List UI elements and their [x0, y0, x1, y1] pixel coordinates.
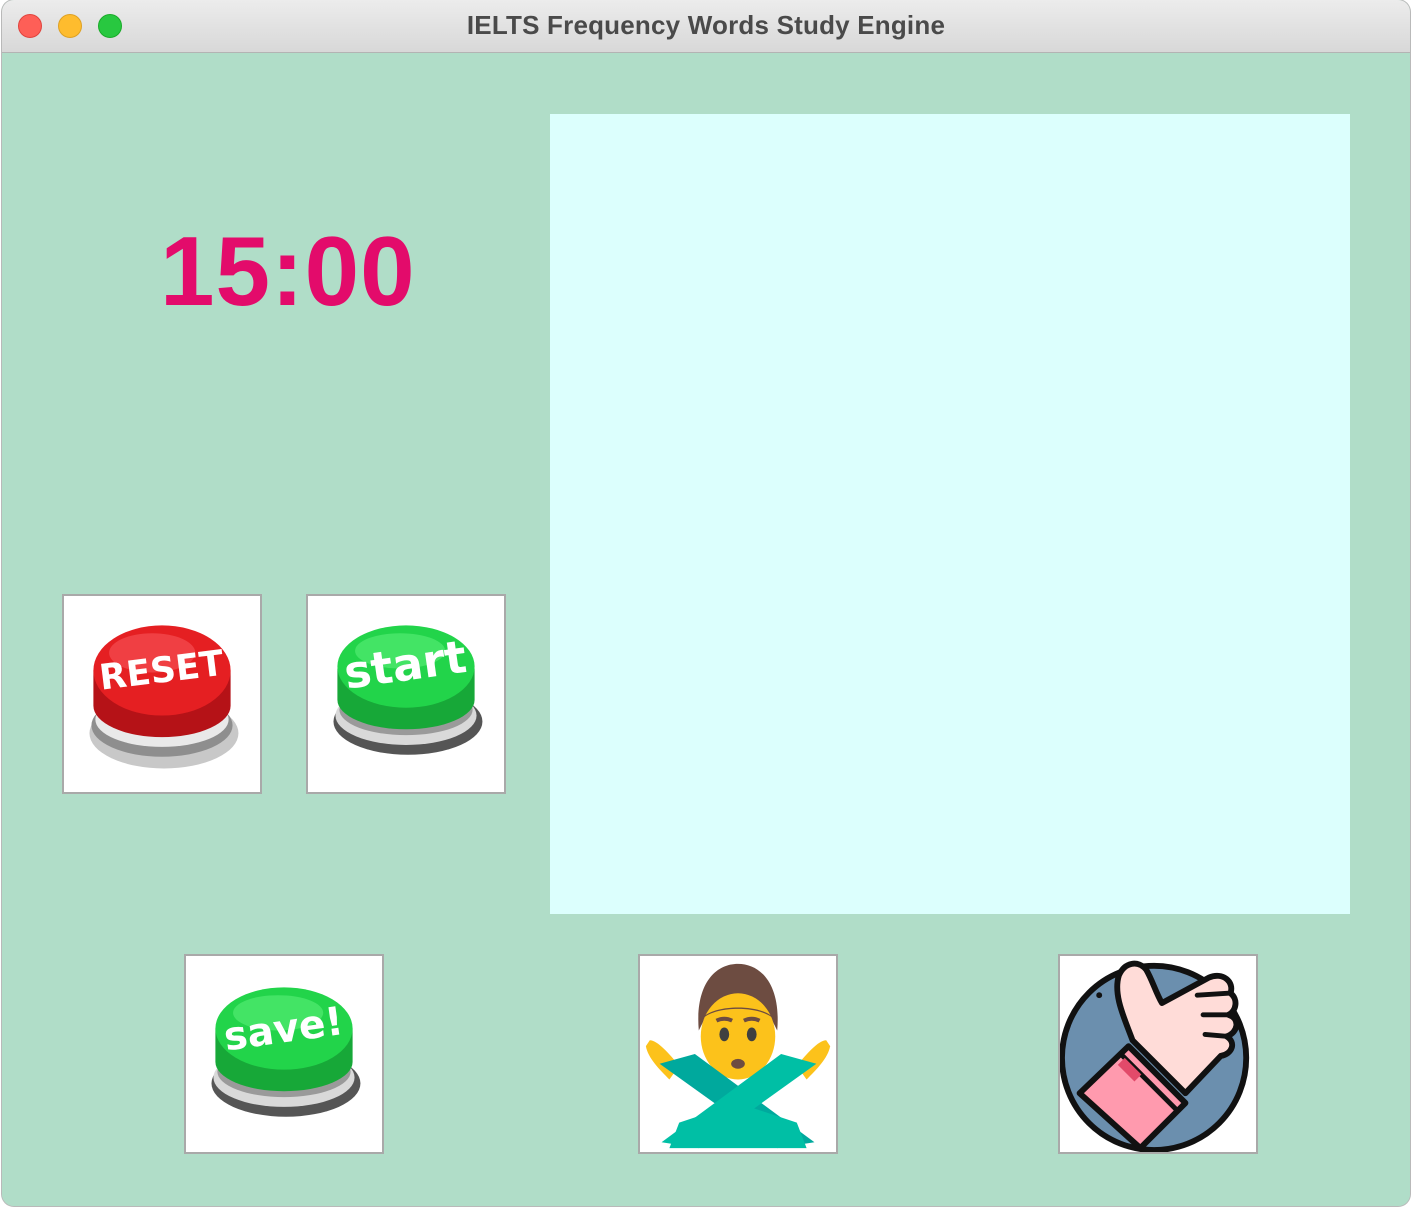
start-button-icon: start: [333, 625, 483, 755]
countdown-timer: 15:00: [160, 216, 416, 326]
title-bar[interactable]: IELTS Frequency Words Study Engine: [2, 0, 1410, 53]
reset-button-icon: RESET: [89, 625, 239, 769]
word-display-area: [550, 114, 1350, 914]
approve-button[interactable]: [1058, 954, 1258, 1154]
man-gesturing-no-icon: [645, 963, 831, 1149]
window-title: IELTS Frequency Words Study Engine: [466, 10, 946, 40]
thumbs-up-icon: [1060, 960, 1250, 1152]
save-button[interactable]: save!: [184, 954, 384, 1154]
start-button[interactable]: start: [306, 594, 506, 794]
app-window: IELTS Frequency Words Study Engine 15:00…: [2, 0, 1410, 1206]
reset-button[interactable]: RESET: [62, 594, 262, 794]
reject-button[interactable]: [638, 954, 838, 1154]
save-button-icon: save!: [211, 987, 361, 1117]
